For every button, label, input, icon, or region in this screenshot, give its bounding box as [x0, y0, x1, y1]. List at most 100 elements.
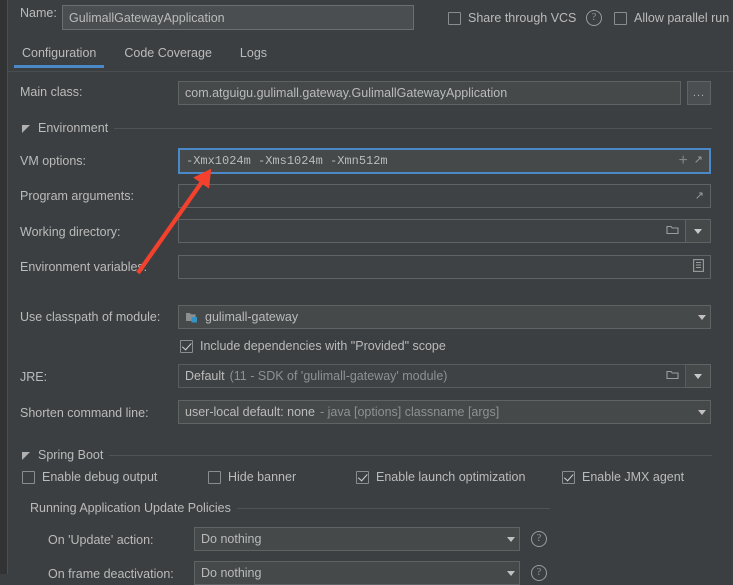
name-row: Name:: [20, 6, 57, 20]
name-input[interactable]: GulimallGatewayApplication: [62, 5, 414, 30]
on-update-action-row: On 'Update' action:: [48, 533, 154, 547]
hide-banner-checkbox[interactable]: Hide banner: [208, 470, 296, 484]
vm-options-value: -Xmx1024m -Xms1024m -Xmn512m: [186, 154, 388, 168]
working-directory-row: Working directory:: [20, 225, 121, 239]
use-classpath-of-module-combo[interactable]: gulimall-gateway: [178, 305, 711, 329]
chevron-down-icon: [507, 570, 515, 576]
chevron-down-icon: [694, 373, 702, 379]
share-through-vcs-label: Share through VCS: [468, 11, 577, 25]
jre-value: Default: [185, 369, 225, 383]
help-icon: ?: [586, 10, 602, 26]
dialog-left-edge: [0, 0, 8, 574]
environment-group-header[interactable]: Environment: [22, 121, 712, 135]
help-icon: ?: [531, 565, 547, 581]
enable-jmx-agent-label: Enable JMX agent: [582, 470, 685, 484]
enable-launch-optimization-label: Enable launch optimization: [376, 470, 526, 484]
expand-icon[interactable]: ↗: [695, 190, 704, 202]
share-through-vcs-checkbox[interactable]: Share through VCS: [448, 11, 576, 25]
include-provided-scope-label: Include dependencies with "Provided" sco…: [200, 339, 446, 353]
tab-logs-label: Logs: [239, 46, 268, 60]
jre-label: JRE:: [20, 370, 48, 384]
working-directory-label: Working directory:: [20, 225, 121, 239]
enable-launch-optimization-checkbox[interactable]: Enable launch optimization: [356, 470, 525, 484]
shorten-command-line-row: Shorten command line:: [20, 406, 149, 420]
tab-configuration[interactable]: Configuration: [8, 42, 110, 68]
expand-icon[interactable]: ↗: [694, 155, 703, 167]
enable-debug-output-checkbox-box[interactable]: [22, 470, 35, 484]
tab-code-coverage-label: Code Coverage: [124, 46, 212, 60]
spring-boot-group-header[interactable]: Spring Boot: [22, 448, 712, 462]
on-frame-deactivation-row: On frame deactivation:: [48, 567, 174, 581]
tab-logs[interactable]: Logs: [226, 42, 281, 68]
group-divider-line: [109, 454, 712, 456]
main-class-browse-button[interactable]: ...: [687, 81, 711, 105]
hide-banner-label: Hide banner: [228, 470, 297, 484]
environment-variables-row: Environment variables:: [20, 260, 147, 274]
use-classpath-of-module-row: Use classpath of module:: [20, 310, 160, 324]
on-frame-deactivation-value: Do nothing: [201, 566, 262, 580]
on-frame-deactivation-label: On frame deactivation:: [48, 567, 174, 581]
chevron-down-icon: [698, 314, 706, 320]
allow-parallel-run-label: Allow parallel run: [634, 11, 730, 25]
enable-jmx-agent-checkbox[interactable]: Enable JMX agent: [562, 470, 684, 484]
on-update-action-value: Do nothing: [201, 532, 262, 546]
update-policies-group-label: Running Application Update Policies: [30, 501, 231, 515]
use-classpath-of-module-label: Use classpath of module:: [20, 310, 161, 324]
main-class-label: Main class:: [20, 85, 83, 99]
share-through-vcs-checkbox-box[interactable]: [448, 11, 461, 25]
on-frame-deactivation-help-icon[interactable]: ?: [531, 565, 547, 581]
spring-boot-group-label: Spring Boot: [38, 448, 104, 462]
share-through-vcs-help-icon[interactable]: ?: [586, 10, 602, 26]
main-class-value: com.atguigu.gulimall.gateway.GulimallGat…: [185, 86, 508, 100]
on-frame-deactivation-combo[interactable]: Do nothing: [194, 561, 520, 585]
enable-launch-optimization-checkbox-box[interactable]: [356, 470, 369, 484]
on-update-action-help-icon[interactable]: ?: [531, 531, 547, 547]
chevron-down-icon: [22, 452, 30, 460]
tab-configuration-label: Configuration: [22, 46, 97, 60]
vm-options-label: VM options:: [20, 154, 87, 168]
help-icon: ?: [531, 531, 547, 547]
shorten-command-line-combo[interactable]: user-local default: none - java [options…: [178, 400, 711, 424]
chevron-down-icon: [694, 228, 702, 234]
program-arguments-input[interactable]: ↗: [178, 184, 711, 208]
tab-bar-divider: [8, 71, 733, 72]
allow-parallel-run-checkbox-box[interactable]: [614, 11, 627, 25]
name-input-value: GulimallGatewayApplication: [69, 10, 225, 25]
tab-bar: Configuration Code Coverage Logs: [8, 42, 733, 72]
include-provided-scope-checkbox[interactable]: Include dependencies with "Provided" sco…: [180, 339, 446, 353]
module-icon: [185, 310, 200, 324]
chevron-down-icon: [22, 125, 30, 133]
enable-jmx-agent-checkbox-box[interactable]: [562, 470, 575, 484]
program-arguments-row: Program arguments:: [20, 189, 134, 203]
chevron-down-icon: [698, 409, 706, 415]
enable-debug-output-label: Enable debug output: [42, 470, 158, 484]
jre-hint: (11 - SDK of 'gulimall-gateway' module): [229, 369, 448, 383]
hide-banner-checkbox-box[interactable]: [208, 470, 221, 484]
jre-dropdown-button[interactable]: [686, 364, 711, 388]
folder-icon[interactable]: [666, 224, 679, 238]
on-update-action-combo[interactable]: Do nothing: [194, 527, 520, 551]
folder-icon[interactable]: [666, 369, 679, 383]
jre-row: JRE:: [20, 370, 47, 384]
include-provided-scope-checkbox-box[interactable]: [180, 339, 193, 353]
vm-options-field[interactable]: -Xmx1024m -Xms1024m -Xmn512m + ↗: [178, 148, 711, 174]
environment-variables-label: Environment variables:: [20, 260, 148, 274]
program-arguments-label: Program arguments:: [20, 189, 134, 203]
main-class-row: Main class:: [20, 85, 83, 99]
working-directory-input[interactable]: [178, 219, 686, 243]
environment-variables-input[interactable]: [178, 255, 711, 279]
working-directory-dropdown-button[interactable]: [686, 219, 711, 243]
enable-debug-output-checkbox[interactable]: Enable debug output: [22, 470, 157, 484]
use-classpath-of-module-value: gulimall-gateway: [205, 310, 299, 324]
document-list-icon[interactable]: [693, 259, 704, 275]
update-policies-group-header: Running Application Update Policies: [30, 501, 550, 515]
allow-parallel-run-checkbox[interactable]: Allow parallel run: [614, 11, 729, 25]
tab-code-coverage[interactable]: Code Coverage: [110, 42, 226, 68]
shorten-command-line-label: Shorten command line:: [20, 406, 149, 420]
main-class-input[interactable]: com.atguigu.gulimall.gateway.GulimallGat…: [178, 81, 681, 105]
plus-icon[interactable]: +: [678, 153, 687, 169]
group-divider-line: [114, 127, 712, 129]
chevron-down-icon: [507, 536, 515, 542]
jre-input[interactable]: Default (11 - SDK of 'gulimall-gateway' …: [178, 364, 686, 388]
group-divider-line: [236, 507, 550, 509]
